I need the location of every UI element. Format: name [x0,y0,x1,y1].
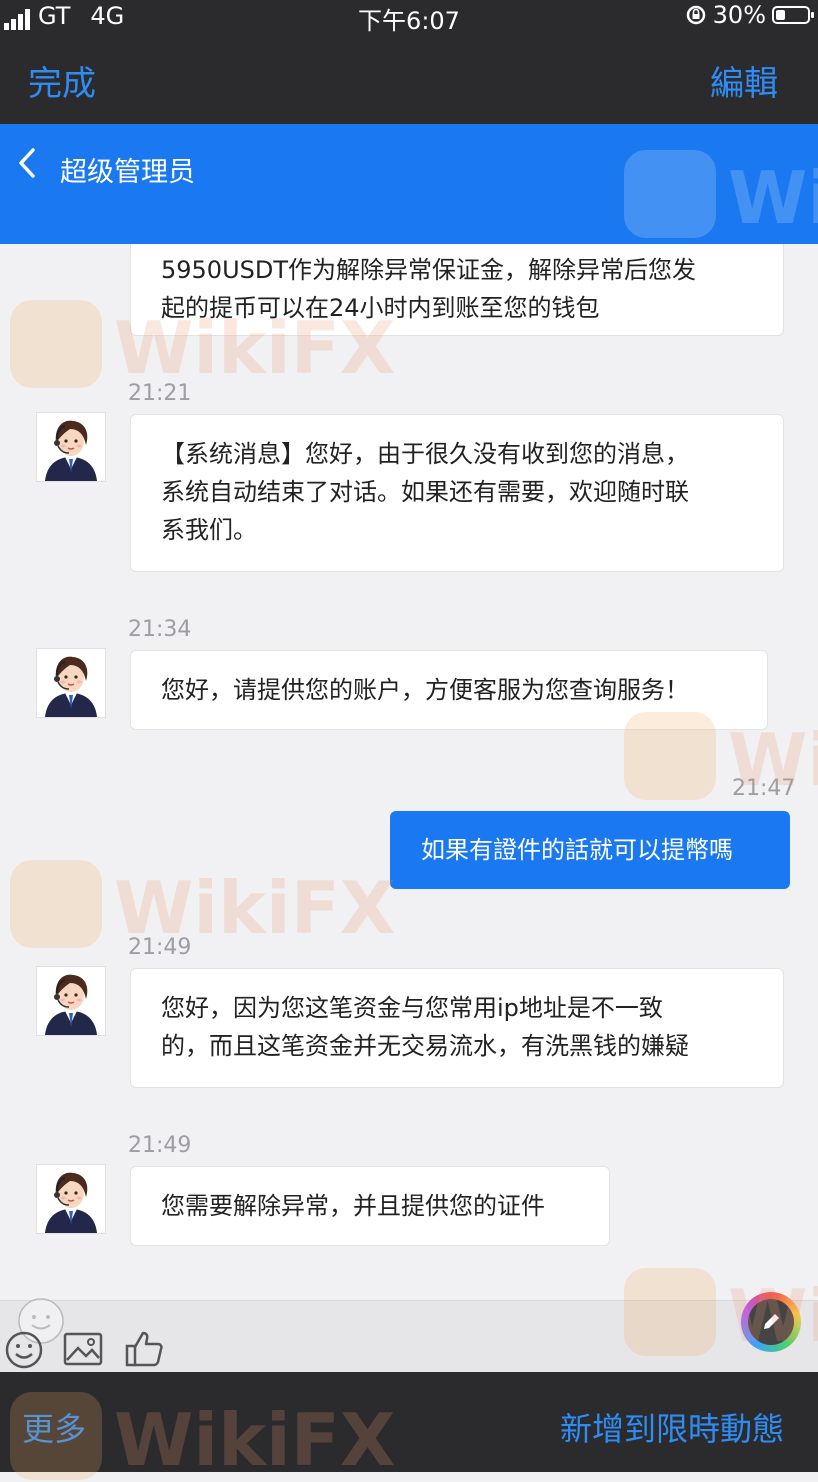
message-time: 21:34 [128,617,192,642]
message-line: 起的提币可以在24小时内到账至您的钱包 [161,294,600,322]
more-button[interactable]: 更多 [22,1404,86,1450]
agent-avatar[interactable] [36,412,106,482]
emoji-icon[interactable] [4,1330,44,1370]
message-bubble: 您好，因为您这笔资金与您常用ip地址是不一致 的，而且这笔资金并无交易流水，有洗… [130,968,784,1088]
agent-avatar[interactable] [36,966,106,1036]
orientation-lock-icon [686,5,705,25]
top-nav: 完成 編輯 [0,32,818,124]
thumbs-up-icon[interactable] [124,1330,164,1368]
message-line: 系我们。 [161,516,257,544]
message-time: 21:47 [732,776,796,801]
message-line: 【系统消息】您好，由于很久没有收到您的消息， [161,440,689,468]
message-bubble: 您好，请提供您的账户，方便客服为您查询服务！ [130,650,768,730]
edit-button[interactable]: 編輯 [710,56,778,105]
message-line: 如果有證件的話就可以提幣嗎 [421,836,733,864]
message-time: 21:49 [128,1133,192,1158]
message-bubble: 5950USDT作为解除异常保证金，解除异常后您发 起的提币可以在24小时内到账… [130,244,784,336]
message-bubble: 【系统消息】您好，由于很久没有收到您的消息， 系统自动结束了对话。如果还有需要，… [130,414,784,572]
battery-icon [772,6,814,24]
done-button[interactable]: 完成 [28,56,96,105]
input-toolbar [0,1300,818,1373]
bottom-bar: 更多 新增到限時動態 [0,1372,818,1472]
battery-percent: 30% [712,1,766,29]
chevron-left-icon[interactable] [16,146,38,189]
agent-avatar[interactable] [36,1164,106,1234]
edit-icon[interactable] [741,1292,801,1352]
message-bubble: 您需要解除异常，并且提供您的证件 [130,1166,610,1246]
message-line: 系统自动结束了对话。如果还有需要，欢迎随时联 [161,478,689,506]
message-line: 您好，请提供您的账户，方便客服为您查询服务！ [161,676,689,704]
my-message-bubble: 如果有證件的話就可以提幣嗎 [390,811,790,889]
chat-header: 超级管理员 [0,124,818,244]
add-to-moments-button[interactable]: 新增到限時動態 [560,1404,784,1450]
message-time: 21:49 [128,935,192,960]
message-line: 5950USDT作为解除异常保证金，解除异常后您发 [161,256,697,284]
message-line: 您好，因为您这笔资金与您常用ip地址是不一致 [161,994,663,1022]
message-line: 的，而且这笔资金并无交易流水，有洗黑钱的嫌疑 [161,1032,689,1060]
chat-area[interactable]: 5950USDT作为解除异常保证金，解除异常后您发 起的提币可以在24小时内到账… [0,244,818,1300]
message-time: 21:21 [128,381,192,406]
image-icon[interactable] [63,1332,103,1366]
agent-avatar[interactable] [36,648,106,718]
status-bar: GT 4G 下午6:07 30% [0,0,818,35]
message-line: 您需要解除异常，并且提供您的证件 [161,1192,545,1220]
chat-title: 超级管理员 [60,157,195,188]
